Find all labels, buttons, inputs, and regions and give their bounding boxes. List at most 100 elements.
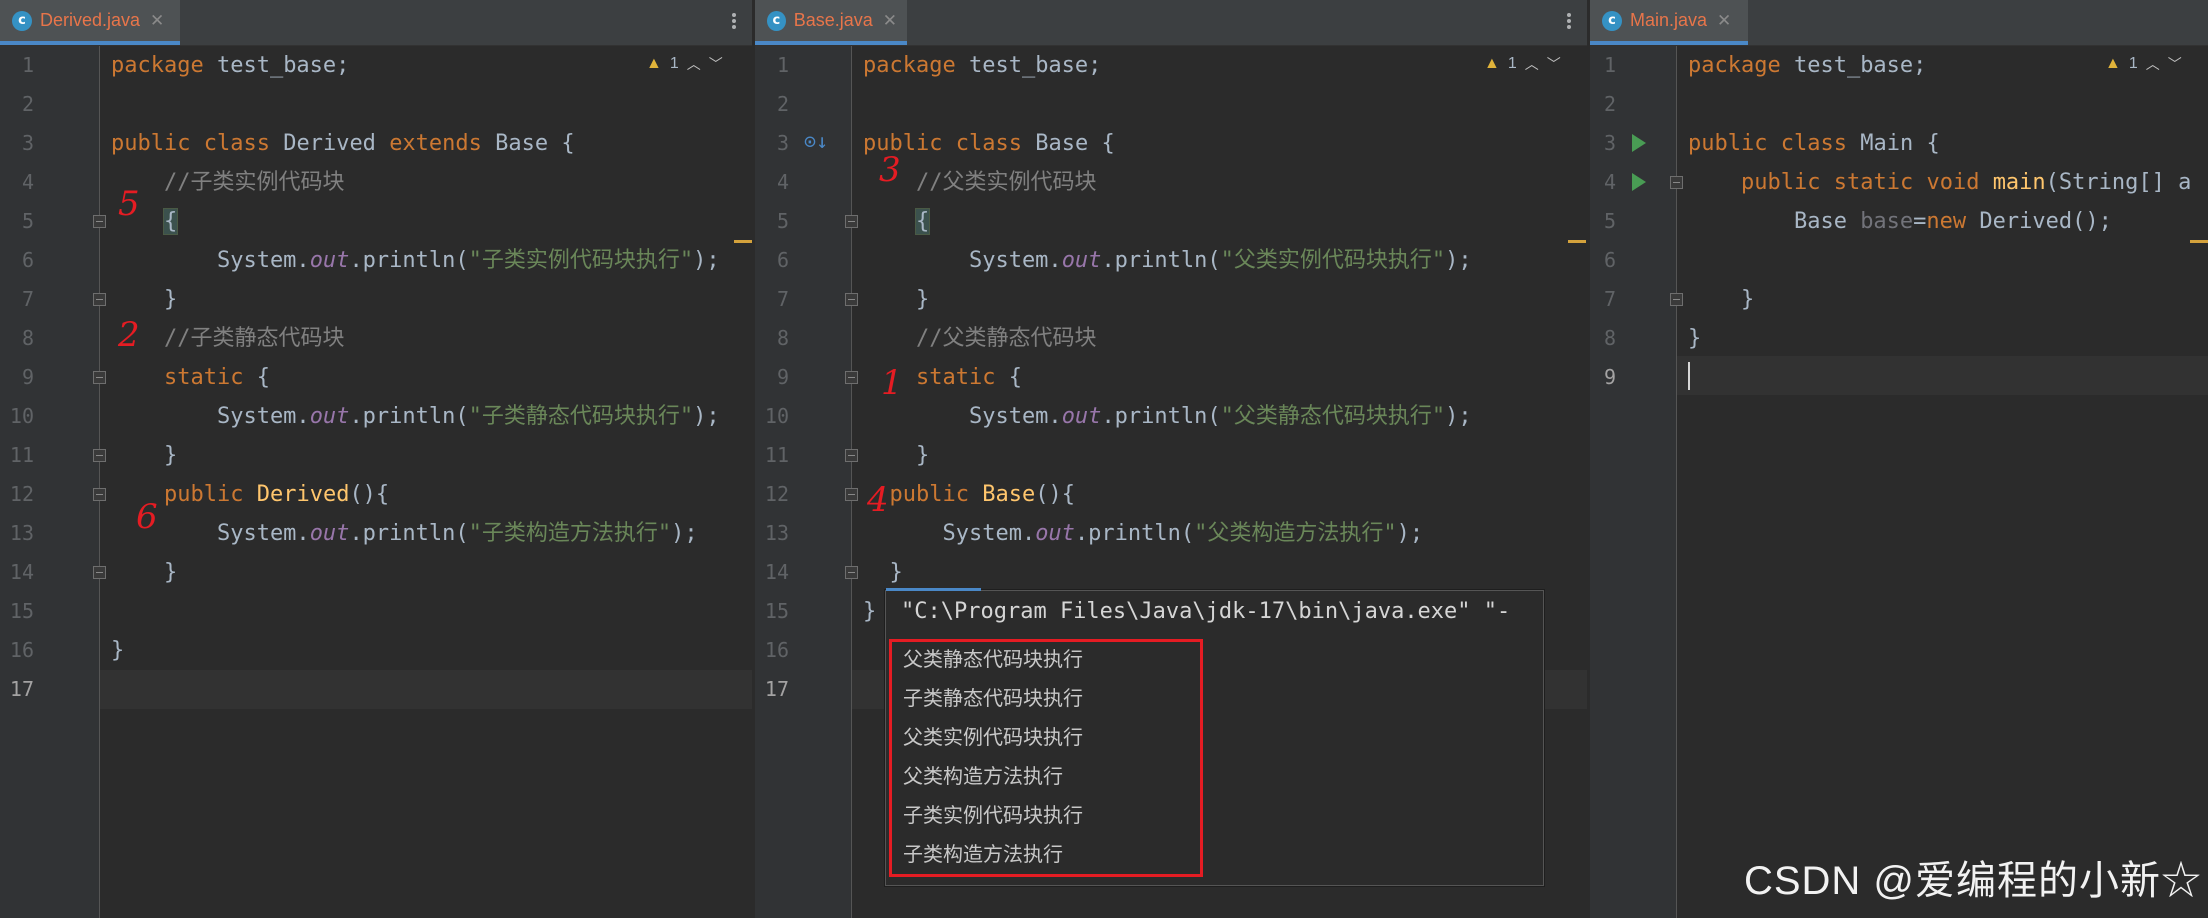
- code-line[interactable]: }: [863, 280, 929, 319]
- fold-icon[interactable]: [845, 293, 858, 306]
- more-vertical-icon[interactable]: [1566, 11, 1572, 33]
- fold-icon[interactable]: [1670, 176, 1683, 189]
- line-number: 3: [21, 131, 34, 155]
- inspection-widget[interactable]: ▲ 1 ︿ ﹀: [1484, 54, 1561, 74]
- java-class-icon: c: [12, 10, 32, 31]
- warning-stripe: [1568, 240, 1586, 243]
- fold-icon[interactable]: [1670, 293, 1683, 306]
- fold-icon[interactable]: [845, 488, 858, 501]
- warning-stripe: [734, 240, 752, 243]
- line-number: 1: [1603, 53, 1616, 77]
- close-icon[interactable]: ✕: [883, 11, 897, 31]
- code-line[interactable]: }: [111, 553, 177, 592]
- code-line[interactable]: }: [111, 631, 124, 670]
- code-line[interactable]: {: [863, 202, 931, 241]
- fold-icon[interactable]: [93, 449, 106, 462]
- code-line[interactable]: System.out.println("子类构造方法执行");: [111, 514, 698, 553]
- tab-label: Derived.java: [40, 10, 141, 30]
- more-vertical-icon[interactable]: [731, 11, 737, 33]
- line-number: 15: [764, 599, 789, 623]
- code-line[interactable]: }: [111, 436, 177, 475]
- code-line[interactable]: package test_base;: [111, 46, 349, 85]
- code-line[interactable]: }: [863, 592, 876, 631]
- chevron-down-icon[interactable]: ﹀: [2168, 54, 2182, 74]
- code-line[interactable]: //子类实例代码块: [111, 163, 345, 202]
- inspection-widget[interactable]: ▲ 1 ︿ ﹀: [2105, 54, 2182, 74]
- code-line[interactable]: public class Main {: [1688, 124, 1940, 163]
- java-class-icon: c: [1602, 10, 1622, 31]
- warning-icon: ▲: [646, 55, 662, 72]
- tab-derived-java[interactable]: c Derived.java ✕: [0, 0, 180, 45]
- code-line[interactable]: System.out.println("父类静态代码块执行");: [863, 397, 1472, 436]
- line-number: 5: [21, 209, 34, 233]
- line-number: 8: [21, 326, 34, 350]
- code-line[interactable]: }: [863, 553, 902, 592]
- java-class-icon: c: [767, 10, 786, 31]
- tab-main-java[interactable]: c Main.java ✕: [1590, 0, 1748, 45]
- fold-icon[interactable]: [93, 293, 106, 306]
- code-line[interactable]: public Base(){: [863, 475, 1075, 514]
- code-line[interactable]: }: [1688, 280, 1754, 319]
- code-line[interactable]: System.out.println("父类构造方法执行");: [863, 514, 1423, 553]
- editor-pane-derived: c Derived.java ✕ ▲ 1 ︿ ﹀ 1 2 3 4 5 6 7 8 9 10 11 12…: [0, 0, 752, 918]
- fold-icon[interactable]: [845, 215, 858, 228]
- red-annotation: 6: [136, 497, 158, 537]
- code-line[interactable]: }: [863, 436, 929, 475]
- fold-icon[interactable]: [93, 371, 106, 384]
- fold-icon[interactable]: [845, 566, 858, 579]
- tab-label: Main.java: [1630, 10, 1708, 30]
- current-line-highlight: [100, 670, 752, 709]
- code-line[interactable]: public class Derived extends Base {: [111, 124, 575, 163]
- chevron-down-icon[interactable]: ﹀: [1547, 54, 1561, 74]
- chevron-up-icon[interactable]: ︿: [2146, 54, 2160, 74]
- line-number: 17: [764, 677, 789, 701]
- code-line[interactable]: //父类静态代码块: [863, 319, 1097, 358]
- line-number: 10: [764, 404, 789, 428]
- line-number: 12: [9, 482, 34, 506]
- code-line[interactable]: public class Base {: [863, 124, 1115, 163]
- code-line[interactable]: Base base=new Derived();: [1688, 202, 2112, 241]
- chevron-up-icon[interactable]: ︿: [1525, 54, 1539, 74]
- fold-icon[interactable]: [845, 449, 858, 462]
- run-gutter-icon[interactable]: [1632, 173, 1646, 191]
- code-line[interactable]: //子类静态代码块: [111, 319, 345, 358]
- line-number: 16: [764, 638, 789, 662]
- overridden-icon[interactable]: ⊙↓: [804, 129, 828, 153]
- run-console-popup: "C:\Program Files\Java\jdk-17\bin\java.e…: [885, 588, 1544, 886]
- code-line[interactable]: }: [1688, 319, 1701, 358]
- line-number: 16: [9, 638, 34, 662]
- code-line[interactable]: System.out.println("父类实例代码块执行");: [863, 241, 1472, 280]
- inspection-widget[interactable]: ▲ 1 ︿ ﹀: [646, 54, 723, 74]
- line-number: 13: [764, 521, 789, 545]
- fold-icon[interactable]: [93, 488, 106, 501]
- tab-base-java[interactable]: c Base.java ✕: [755, 0, 907, 45]
- code-line[interactable]: public static void main(String[] a: [1688, 163, 2191, 202]
- fold-icon[interactable]: [93, 566, 106, 579]
- line-number: 10: [9, 404, 34, 428]
- line-number: 1: [21, 53, 34, 77]
- line-number: 2: [776, 92, 789, 116]
- fold-icon[interactable]: [845, 371, 858, 384]
- close-icon[interactable]: ✕: [1717, 11, 1731, 31]
- close-icon[interactable]: ✕: [150, 11, 164, 31]
- chevron-up-icon[interactable]: ︿: [687, 54, 701, 74]
- line-number: 1: [776, 53, 789, 77]
- code-line[interactable]: System.out.println("子类静态代码块执行");: [111, 397, 720, 436]
- line-number: 8: [1603, 326, 1616, 350]
- line-number: 4: [776, 170, 789, 194]
- code-line[interactable]: System.out.println("子类实例代码块执行");: [111, 241, 720, 280]
- line-number: 13: [9, 521, 34, 545]
- code-line[interactable]: package test_base;: [1688, 46, 1926, 85]
- warning-icon: ▲: [1484, 55, 1500, 72]
- line-number: 7: [776, 287, 789, 311]
- line-number: 9: [776, 365, 789, 389]
- code-line[interactable]: }: [111, 280, 177, 319]
- code-line[interactable]: package test_base;: [863, 46, 1101, 85]
- code-line[interactable]: static {: [111, 358, 270, 397]
- chevron-down-icon[interactable]: ﹀: [709, 54, 723, 74]
- warning-icon: ▲: [2105, 55, 2121, 72]
- fold-icon[interactable]: [93, 215, 106, 228]
- line-number: 6: [1603, 248, 1616, 272]
- run-gutter-icon[interactable]: [1632, 134, 1646, 152]
- warning-count: 1: [2128, 55, 2138, 72]
